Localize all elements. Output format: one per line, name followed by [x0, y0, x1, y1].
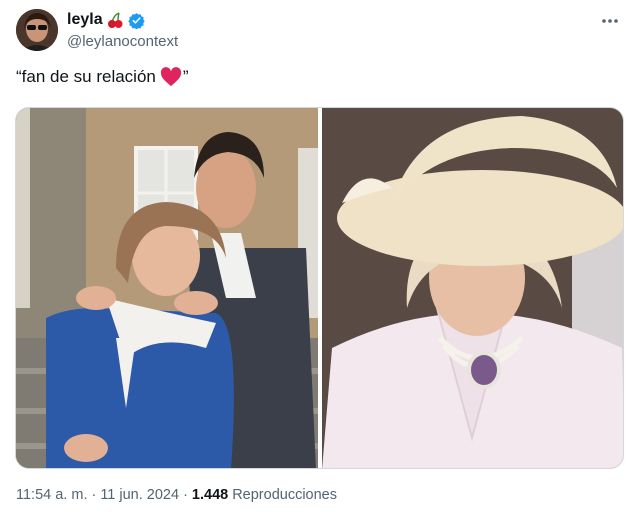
media-grid[interactable]	[15, 107, 624, 469]
views-label[interactable]: Reproducciones	[232, 487, 337, 503]
right-photo-woman-in-hat[interactable]	[321, 108, 623, 468]
heart-icon	[160, 67, 182, 87]
name-row: leyla	[67, 11, 145, 29]
tweet-text: “fan de su relación ”	[16, 67, 189, 87]
tweet-time[interactable]: 11:54 a. m.	[16, 487, 87, 503]
display-name[interactable]: leyla	[67, 11, 103, 29]
tweet-header: leyla @leylanocontext	[16, 9, 624, 53]
more-icon	[602, 19, 618, 23]
avatar[interactable]	[16, 9, 58, 51]
tweet-footer: 11:54 a. m. · 11 jun. 2024 · 1.448 Repro…	[16, 487, 337, 503]
footer-separator: ·	[91, 487, 97, 503]
tweet-text-start: “fan de su relación	[16, 67, 156, 86]
footer-separator: ·	[183, 487, 188, 503]
views-count: 1.448	[191, 487, 229, 503]
more-button[interactable]	[596, 9, 624, 33]
left-photo-couple[interactable]	[16, 108, 318, 468]
tweet-text-end: ”	[182, 67, 189, 86]
cherry-icon	[107, 11, 124, 29]
tweet-date[interactable]: 11 jun. 2024	[100, 487, 179, 503]
verified-icon	[127, 12, 145, 29]
handle[interactable]: @leylanocontext	[67, 33, 178, 50]
